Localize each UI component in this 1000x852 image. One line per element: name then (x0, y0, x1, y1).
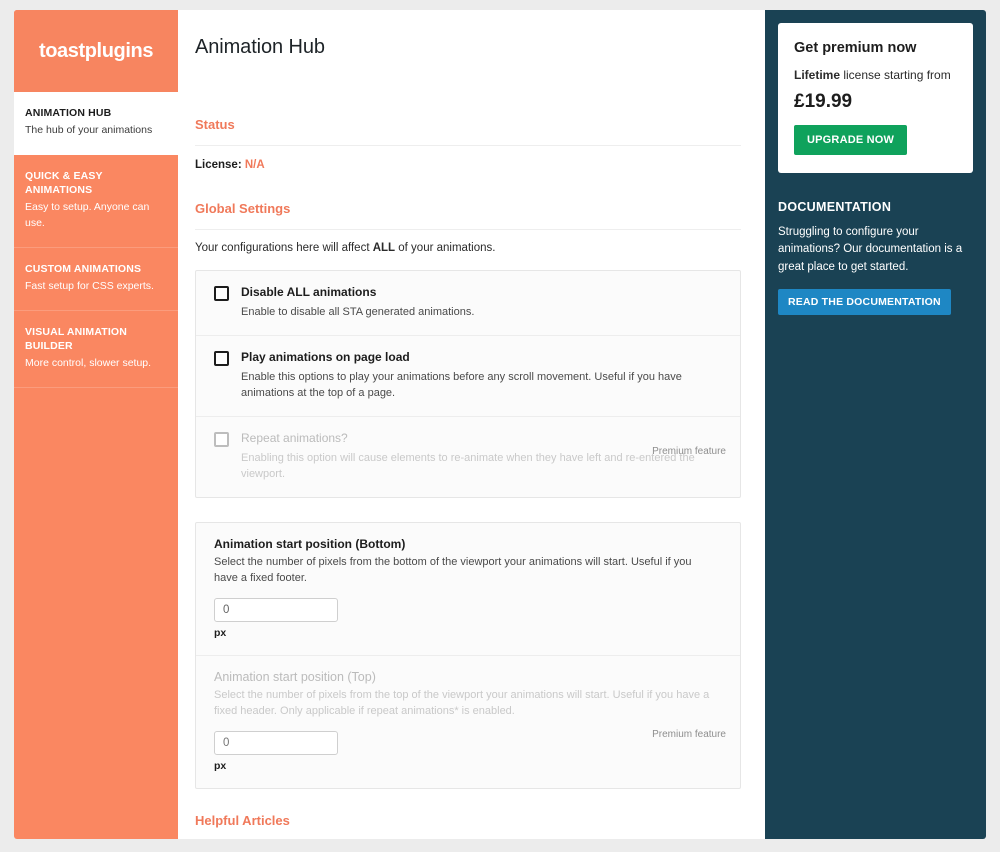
sidebar-item-desc: The hub of your animations (25, 124, 153, 137)
sidebar-item-custom-animations[interactable]: CUSTOM ANIMATIONS Fast setup for CSS exp… (14, 248, 178, 311)
field-desc: Select the number of pixels from the bot… (214, 555, 692, 585)
intro-prefix: Your configurations here will affect (195, 242, 373, 254)
sidebar-item-title: QUICK & EASY ANIMATIONS (25, 169, 103, 197)
option-desc: Enabling this option will cause elements… (241, 451, 695, 481)
sidebar-item-desc: Easy to setup. Anyone can use. (25, 201, 150, 230)
promo-subtitle: Lifetime license starting from (794, 68, 957, 82)
sidebar-item-title: VISUAL ANIMATION BUILDER (25, 325, 127, 352)
field-label: Animation start position (Top) (214, 669, 376, 684)
promo-subtitle-rest: license starting from (840, 68, 951, 82)
promo-subtitle-bold: Lifetime (794, 68, 841, 82)
field-unit: px (214, 626, 227, 639)
license-value: N/A (244, 159, 265, 171)
sidebar-item-desc: Fast setup for CSS experts. (25, 279, 154, 292)
option-row-disable-all-animations: Disable ALL animations Enable to disable… (196, 271, 740, 336)
option-desc: Enable to disable all STA generated anim… (241, 306, 475, 318)
page-title: Animation Hub (195, 36, 325, 58)
documentation-text: Struggling to configure your animations?… (778, 226, 963, 273)
sidebar-item-animation-hub[interactable]: ANIMATION HUB The hub of your animations (14, 92, 178, 155)
intro-suffix: of your animations. (395, 242, 496, 254)
sidebar-item-desc: More control, slower setup. (25, 357, 152, 370)
sidebar-item-visual-animation-builder[interactable]: VISUAL ANIMATION BUILDER More control, s… (14, 311, 178, 388)
option-label: Repeat animations? (241, 430, 348, 445)
input-start-position-top[interactable] (214, 730, 338, 755)
sidebar-item-title: ANIMATION HUB (25, 107, 112, 119)
main-content: Animation Hub Status License: N/A Global… (178, 10, 765, 839)
brand-text: toastplugins (38, 39, 154, 62)
license-row: License: N/A (195, 146, 741, 201)
promo-price: £19.99 (794, 91, 853, 112)
option-row-repeat-animations: Repeat animations? Enabling this option … (196, 417, 740, 497)
field-label: Animation start position (Bottom) (214, 536, 406, 551)
sidebar-item-quick-easy-animations[interactable]: QUICK & EASY ANIMATIONS Easy to setup. A… (14, 155, 178, 248)
option-label: Disable ALL animations (241, 285, 377, 299)
checkbox-repeat-animations[interactable] (214, 431, 229, 447)
brand-logo: toastplugins (14, 10, 178, 92)
field-animation-start-position-top: Animation start position (Top) Select th… (196, 656, 740, 788)
field-unit: px (214, 759, 227, 772)
field-animation-start-position-bottom: Animation start position (Bottom) Select… (196, 523, 740, 656)
read-the-documentation-button[interactable]: READ THE DOCUMENTATION (778, 288, 951, 315)
upgrade-now-button[interactable]: UPGRADE NOW (794, 125, 908, 155)
field-desc: Select the number of pixels from the top… (214, 688, 710, 718)
helpful-articles-heading: Helpful Articles (195, 812, 290, 828)
checkbox-disable-all-animations[interactable] (214, 286, 229, 301)
plugin-admin-page: toastplugins ANIMATION HUB The hub of yo… (0, 0, 1000, 852)
global-options-panel: Disable ALL animations Enable to disable… (195, 270, 741, 498)
license-label: License: (195, 159, 242, 171)
global-settings-intro: Your configurations here will affect ALL… (195, 230, 741, 254)
global-settings-heading: Global Settings (195, 201, 291, 216)
checkbox-play-animations-on-page-load[interactable] (214, 350, 229, 366)
premium-feature-badge: Premium feature (652, 445, 726, 457)
input-start-position-bottom[interactable] (214, 597, 338, 622)
option-row-play-on-page-load: Play animations on page load Enable this… (196, 336, 740, 417)
documentation-title: DOCUMENTATION (778, 200, 892, 214)
promo-title: Get premium now (794, 40, 917, 56)
intro-bold: ALL (372, 242, 396, 254)
premium-feature-badge: Premium feature (652, 728, 726, 740)
option-desc: Enable this options to play your animati… (241, 370, 682, 400)
sidebar-item-title: CUSTOM ANIMATIONS (25, 262, 142, 275)
option-label: Play animations on page load (241, 349, 410, 364)
status-heading: Status (195, 117, 235, 132)
start-position-panel: Animation start position (Bottom) Select… (195, 521, 741, 789)
sidebar: toastplugins ANIMATION HUB The hub of yo… (14, 10, 178, 839)
right-rail: Get premium now Lifetime license startin… (765, 10, 986, 839)
premium-promo-card: Get premium now Lifetime license startin… (778, 23, 973, 173)
